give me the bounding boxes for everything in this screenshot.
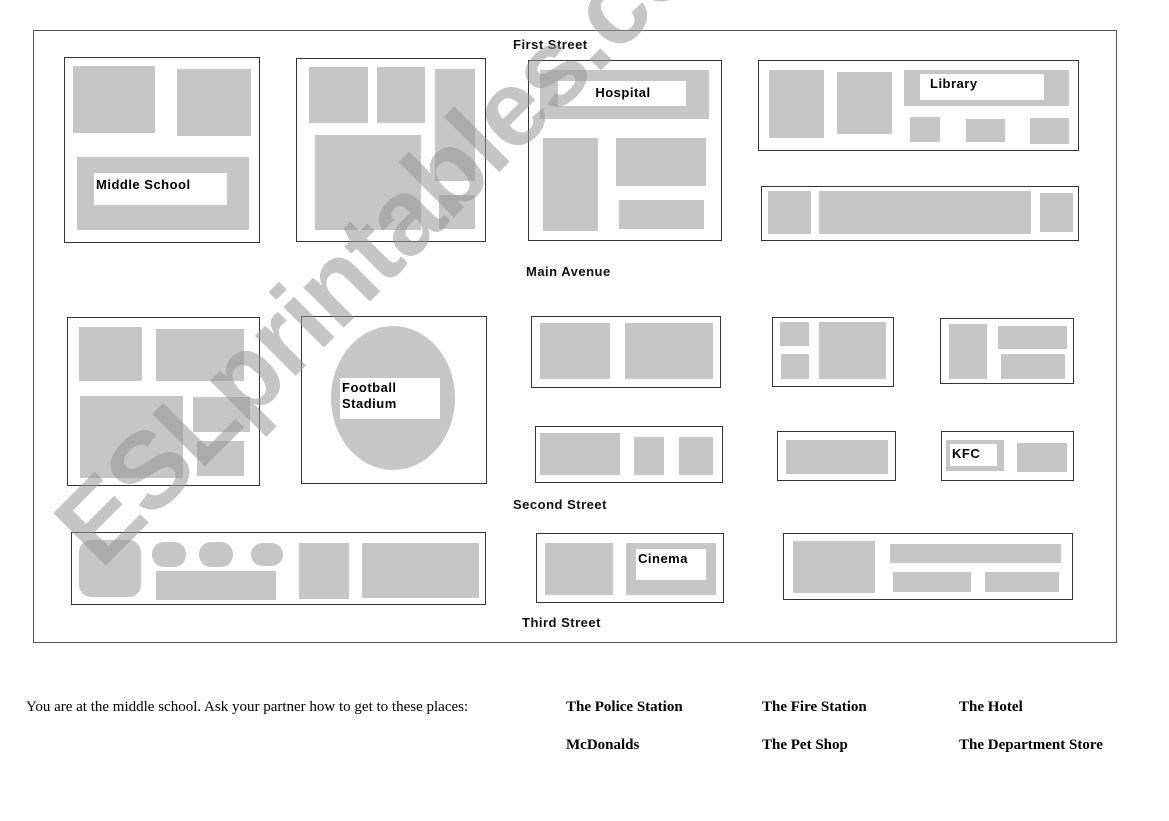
building xyxy=(152,542,186,567)
building xyxy=(1040,193,1073,232)
building xyxy=(910,117,940,142)
building xyxy=(768,191,811,234)
destination-department-store: The Department Store xyxy=(959,737,1103,753)
building xyxy=(73,66,155,133)
building xyxy=(781,354,809,379)
building xyxy=(998,326,1067,349)
building xyxy=(893,572,971,592)
street-label-first: First Street xyxy=(513,37,588,52)
building xyxy=(679,437,713,475)
place-label-kfc: KFC xyxy=(950,444,997,466)
street-label-third: Third Street xyxy=(522,615,601,630)
building xyxy=(1001,354,1065,379)
destination-police-station: The Police Station xyxy=(566,699,683,715)
building xyxy=(1030,118,1069,144)
building xyxy=(156,329,244,381)
street-label-main: Main Avenue xyxy=(526,264,611,279)
street-label-second: Second Street xyxy=(513,497,607,512)
instruction-text: You are at the middle school. Ask your p… xyxy=(26,699,469,715)
building xyxy=(79,540,141,597)
place-label-hospital: Hospital xyxy=(558,81,686,106)
building xyxy=(819,191,1031,234)
building xyxy=(177,69,251,136)
building xyxy=(616,138,706,186)
building xyxy=(1017,443,1067,472)
destination-fire-station: The Fire Station xyxy=(762,699,867,715)
building xyxy=(439,195,475,229)
building xyxy=(377,67,425,123)
building xyxy=(619,200,704,229)
building xyxy=(80,396,183,478)
building xyxy=(543,138,598,231)
building xyxy=(251,543,283,566)
building xyxy=(199,542,233,567)
building xyxy=(197,441,244,476)
building xyxy=(985,572,1059,592)
building xyxy=(780,322,809,346)
building xyxy=(540,433,620,475)
building xyxy=(819,322,886,379)
building xyxy=(299,543,349,599)
place-label-middle-school: Middle School xyxy=(94,173,227,205)
place-label-library: Library xyxy=(920,74,1044,100)
building xyxy=(156,571,276,600)
building xyxy=(949,324,987,379)
destination-mcdonalds: McDonalds xyxy=(566,737,640,753)
building xyxy=(769,70,824,138)
building xyxy=(309,67,368,123)
building xyxy=(890,544,1061,563)
building xyxy=(540,323,610,379)
building xyxy=(966,119,1005,142)
building xyxy=(634,437,664,475)
place-label-cinema: Cinema xyxy=(636,549,706,580)
building xyxy=(193,397,250,432)
building xyxy=(315,135,421,230)
building xyxy=(362,543,479,598)
destination-hotel: The Hotel xyxy=(959,699,1023,715)
building xyxy=(837,72,892,134)
building xyxy=(545,543,613,595)
building xyxy=(625,323,713,379)
building xyxy=(79,327,142,381)
destination-pet-shop: The Pet Shop xyxy=(762,737,848,753)
place-label-football-stadium: Football Stadium xyxy=(340,378,440,419)
building xyxy=(435,69,475,181)
building xyxy=(793,541,875,593)
building xyxy=(786,440,888,474)
